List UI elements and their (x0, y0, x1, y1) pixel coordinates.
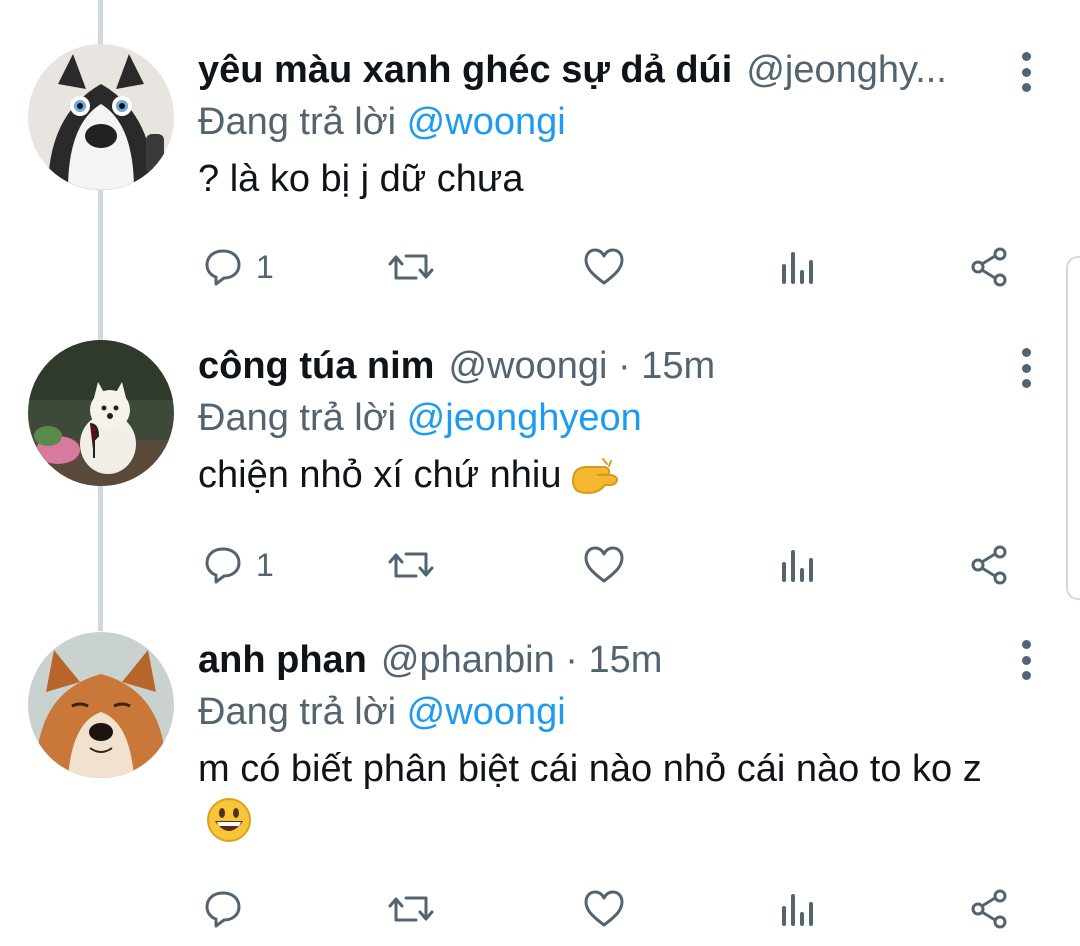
reply-prefix: Đang trả lời (198, 101, 397, 143)
reply-prefix: Đang trả lời (198, 691, 397, 733)
retweet-icon (388, 254, 434, 280)
timestamp[interactable]: · 15m (565, 639, 662, 681)
tweet[interactable]: công túa nim @woongi · 15m Đang trả lời @… (0, 300, 1080, 600)
grinning-face-emoji (206, 797, 252, 858)
avatar[interactable] (28, 44, 174, 190)
share-button[interactable] (968, 544, 1012, 586)
handle[interactable]: @jeonghy... (746, 49, 947, 91)
pinching-hand-emoji (569, 455, 621, 510)
tweet[interactable]: anh phan @phanbin · 15m Đang trả lời @woo… (0, 600, 1080, 946)
reply-context: Đang trả lời @jeonghyeon (198, 394, 1020, 442)
display-name[interactable]: anh phan (198, 639, 367, 681)
tweet-header: yêu màu xanh ghéc sự dả dúi @jeonghy... (198, 46, 1020, 94)
reply-button[interactable] (202, 888, 256, 930)
retweet-button[interactable] (386, 544, 436, 586)
reply-context: Đang trả lời @woongi (198, 98, 1020, 146)
handle[interactable]: @phanbin (381, 639, 555, 681)
like-button[interactable] (582, 544, 626, 586)
analytics-icon (782, 252, 813, 284)
reply-count: 1 (256, 248, 274, 285)
tweet-text: chiện nhỏ xí chứ nhiu (198, 448, 1020, 510)
like-icon (584, 546, 624, 583)
tweet-header: công túa nim @woongi · 15m (198, 342, 1020, 390)
reply-button[interactable]: 1 (202, 246, 274, 288)
reply-mention[interactable]: @woongi (407, 101, 566, 143)
reply-icon (205, 547, 241, 584)
reply-mention[interactable]: @woongi (407, 691, 566, 733)
tweet-text: ? là ko bị j dữ chưa (198, 158, 524, 200)
reply-mention[interactable]: @jeonghyeon (407, 397, 642, 439)
tweet-text: m có biết phân biệt cái nào nhỏ cái nào … (198, 742, 1020, 858)
analytics-button[interactable] (778, 544, 818, 586)
reply-count: 1 (256, 546, 274, 583)
avatar[interactable] (28, 340, 174, 486)
avatar[interactable] (28, 632, 174, 778)
fox-avatar-image (28, 632, 174, 778)
reply-context: Đang trả lời @woongi (198, 688, 1020, 736)
tweet-header: anh phan @phanbin · 15m (198, 636, 1020, 684)
share-button[interactable] (968, 888, 1012, 930)
action-bar: 1 (198, 544, 1018, 594)
action-bar (198, 888, 1018, 938)
analytics-icon (782, 894, 813, 926)
tweet-text-content: m có biết phân biệt cái nào nhỏ cái nào … (198, 748, 982, 790)
timestamp[interactable]: · 15m (618, 345, 715, 387)
tweet[interactable]: yêu màu xanh ghéc sự dả dúi @jeonghy... Đ… (0, 0, 1080, 300)
share-icon (971, 247, 1007, 287)
dog-with-wine-avatar-image (28, 340, 174, 486)
like-button[interactable] (582, 888, 626, 930)
share-icon (971, 545, 1007, 585)
share-button[interactable] (968, 246, 1012, 288)
like-icon (584, 248, 624, 285)
reply-icon (205, 891, 241, 928)
analytics-button[interactable] (778, 888, 818, 930)
display-name[interactable]: yêu màu xanh ghéc sự dả dúi (198, 49, 732, 91)
reply-prefix: Đang trả lời (198, 397, 397, 439)
tweet-text-content: chiện nhỏ xí chứ nhiu (198, 454, 562, 496)
action-bar: 1 (198, 246, 1018, 296)
retweet-button[interactable] (386, 246, 436, 288)
retweet-button[interactable] (386, 888, 436, 930)
analytics-button[interactable] (778, 246, 818, 288)
more-options-icon[interactable] (1016, 640, 1036, 680)
display-name[interactable]: công túa nim (198, 345, 434, 387)
handle[interactable]: @woongi (448, 345, 607, 387)
share-icon (971, 889, 1007, 929)
reply-icon (205, 249, 241, 286)
reply-button[interactable]: 1 (202, 544, 274, 586)
retweet-icon (388, 552, 434, 578)
retweet-icon (388, 896, 434, 922)
like-icon (584, 890, 624, 927)
analytics-icon (782, 550, 813, 582)
more-options-icon[interactable] (1016, 52, 1036, 92)
more-options-icon[interactable] (1016, 348, 1036, 388)
husky-avatar-image (28, 44, 174, 190)
like-button[interactable] (582, 246, 626, 288)
